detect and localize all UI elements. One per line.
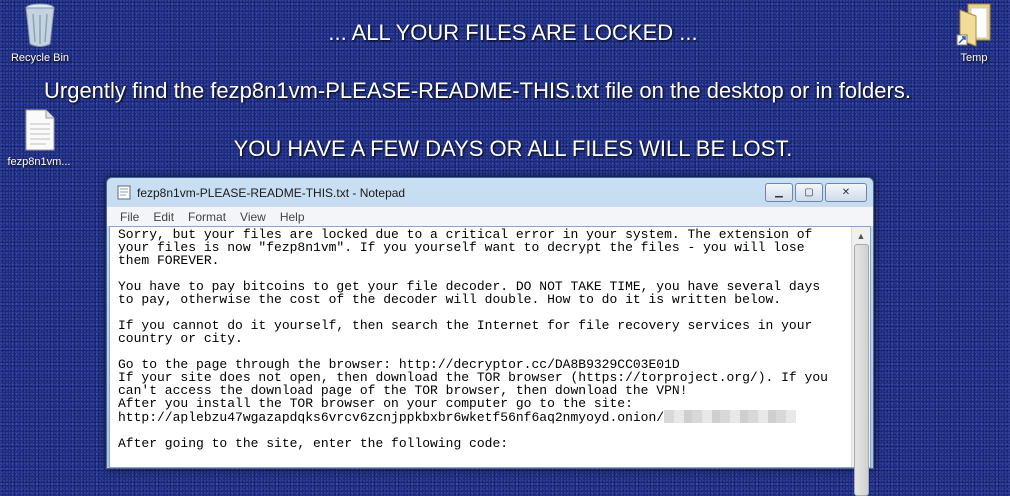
close-button[interactable]: ✕ <box>825 183 867 202</box>
ransom-banner-warning: YOU HAVE A FEW DAYS OR ALL FILES WILL BE… <box>233 136 793 161</box>
maximize-icon: ▢ <box>804 187 814 198</box>
notepad-app-icon <box>117 185 131 200</box>
maximize-button[interactable]: ▢ <box>795 183 823 202</box>
notepad-window[interactable]: fezp8n1vm-PLEASE-README-THIS.txt - Notep… <box>106 177 874 496</box>
window-title: fezp8n1vm-PLEASE-README-THIS.txt - Notep… <box>137 186 406 200</box>
onion-url: http://aplebzu47wgazapdqks6vrcv6zcnjppkb… <box>118 410 665 425</box>
scroll-up-button[interactable]: ▲ <box>852 227 870 244</box>
temp-label: Temp <box>960 52 988 64</box>
note-line: After going to the site, enter the follo… <box>118 436 509 451</box>
vertical-scrollbar[interactable]: ▲ <box>851 227 870 496</box>
ransom-banner-instruction: Urgently find the fezp8n1vm-PLEASE-READM… <box>44 78 911 103</box>
scroll-thumb[interactable] <box>854 244 869 496</box>
note-line: After you install the TOR browser on you… <box>118 396 633 411</box>
onion-url-line: http://aplebzu47wgazapdqks6vrcv6zcnjppkb… <box>118 410 842 424</box>
menu-view[interactable]: View <box>240 210 266 224</box>
ransom-note-text[interactable]: Sorry, but your files are locked due to … <box>110 227 850 467</box>
note-line: your files is now "fezp8n1vm". If you yo… <box>118 240 805 255</box>
minimize-button[interactable]: ▁ <box>765 183 793 202</box>
menu-edit[interactable]: Edit <box>153 210 174 224</box>
recycle-bin-label: Recycle Bin <box>10 52 70 64</box>
minimize-icon: ▁ <box>775 187 783 198</box>
menu-help[interactable]: Help <box>280 210 305 224</box>
note-line: to pay, otherwise the cost of the decode… <box>118 292 782 307</box>
notepad-titlebar[interactable]: fezp8n1vm-PLEASE-README-THIS.txt - Notep… <box>107 178 873 206</box>
redacted-block <box>664 410 797 423</box>
menu-file[interactable]: File <box>120 210 139 224</box>
ransom-banner-headline: ... ALL YOUR FILES ARE LOCKED ... <box>328 20 698 45</box>
text-editor[interactable]: Sorry, but your files are locked due to … <box>109 226 871 496</box>
menu-format[interactable]: Format <box>188 210 226 224</box>
close-icon: ✕ <box>841 187 851 198</box>
chevron-up-icon: ▲ <box>856 230 866 241</box>
menu-bar: File Edit Format View Help <box>107 206 873 226</box>
note-line: country or city. <box>118 331 243 346</box>
note-line: them FOREVER. <box>118 253 220 268</box>
